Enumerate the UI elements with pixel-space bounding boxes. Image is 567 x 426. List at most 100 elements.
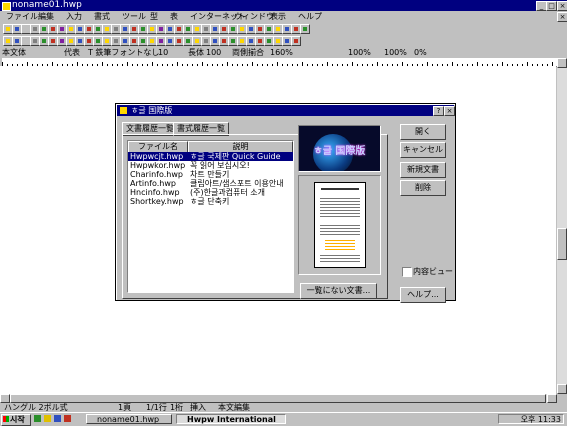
align-select[interactable]: 両側揃合 <box>232 48 264 58</box>
toolbar-icon-14 <box>123 27 127 31</box>
taskbar: 시작 noname01.hwp Hwpw International 오후 11… <box>0 412 567 426</box>
drawing-toolbar-icon-8 <box>69 39 73 43</box>
hwp-app-icon[interactable] <box>2 2 11 11</box>
dialog-help-button[interactable]: ? <box>433 106 444 116</box>
list-item-description: 꼭 읽어 보십시오! <box>190 161 250 170</box>
drawing-toolbar-icon-3 <box>24 39 28 43</box>
menu-tools[interactable]: ツール <box>122 11 146 22</box>
toolbar-icon-11 <box>96 27 100 31</box>
drawing-toolbar-icon-12 <box>105 39 109 43</box>
toolbar-button-34[interactable] <box>300 24 310 34</box>
toolbar-standard <box>0 23 567 34</box>
menu-type[interactable]: 型 <box>150 11 158 22</box>
toolbar-icon-2 <box>15 27 19 31</box>
drawing-toolbar-icon-14 <box>123 39 127 43</box>
scroll-left-button[interactable] <box>0 394 10 403</box>
font-size-select[interactable]: 10 <box>158 48 168 58</box>
quick-launch-icon-3[interactable] <box>54 415 61 422</box>
list-item-description: 클립아트/샘스포트 이용안내 <box>190 179 284 188</box>
zoom-select-2[interactable]: 100% <box>348 48 371 58</box>
toolbar-icon-20 <box>177 27 181 31</box>
drawing-toolbar-icon-5 <box>42 39 46 43</box>
toolbar-icon-23 <box>204 27 208 31</box>
quick-launch <box>34 415 82 424</box>
preview-pane <box>298 175 381 275</box>
menu-bar: ファイル 編集 入力 書式 ツール 型 表 インターネット ウィンドウ 表示 ヘ… <box>0 11 567 22</box>
scale-value[interactable]: 100 <box>206 48 221 58</box>
toolbar-icon-21 <box>186 27 190 31</box>
menu-view[interactable]: 表示 <box>270 11 286 22</box>
menu-format[interactable]: 書式 <box>94 11 110 22</box>
scroll-thumb[interactable] <box>557 228 567 260</box>
list-item[interactable]: Shortkey.hwp ㅎ글 단축키 <box>128 197 293 206</box>
zoom-select-3[interactable]: 100% <box>384 48 407 58</box>
new-document-button[interactable]: 新規文書 <box>400 162 446 178</box>
toolbar-icon-18 <box>159 27 163 31</box>
menu-edit[interactable]: 編集 <box>38 11 54 22</box>
font-type-select[interactable]: 代表 <box>64 48 80 58</box>
list-item[interactable]: Hwpwkor.hwp 꼭 읽어 보십시오! <box>128 161 293 170</box>
other-documents-button[interactable]: 一覧にない文書... <box>300 283 377 299</box>
toolbar-icon-22 <box>195 27 199 31</box>
toolbar-icon-9 <box>78 27 82 31</box>
drawing-toolbar-icon-18 <box>159 39 163 43</box>
list-item-filename: Artinfo.hwp <box>130 179 176 188</box>
menu-window[interactable]: ウィンドウ <box>234 11 274 22</box>
style-select[interactable]: 本文体 <box>2 48 26 58</box>
preview-checkbox[interactable] <box>402 267 412 277</box>
menu-insert[interactable]: 入力 <box>66 11 82 22</box>
doc-close-button[interactable]: × <box>557 12 567 22</box>
close-button[interactable]: × <box>557 1 567 11</box>
help-button[interactable]: ヘルプ... <box>400 287 446 303</box>
dialog-close-button[interactable]: × <box>444 106 455 116</box>
list-item-description: (주)한글과컴퓨터 소개 <box>190 188 266 197</box>
list-item[interactable]: Charinfo.hwp 차트 만들기 <box>128 170 293 179</box>
toolbar-icon-12 <box>105 27 109 31</box>
document-list[interactable]: ファイル名 説明 Hwpwcjt.hwp ㅎ글 국제판 Quick Guide Hw… <box>127 140 294 293</box>
taskbar-item-hwpw[interactable]: Hwpw International <box>176 414 286 424</box>
zoom-select[interactable]: 160% <box>270 48 293 58</box>
hscroll-thumb[interactable] <box>10 394 546 403</box>
list-item[interactable]: Hwpwcjt.hwp ㅎ글 국제판 Quick Guide <box>128 152 293 161</box>
open-button[interactable]: 開く <box>400 124 446 140</box>
cancel-button[interactable]: キャンセル <box>400 142 446 158</box>
horizontal-scrollbar[interactable] <box>0 394 557 403</box>
drawing-toolbar-button-33[interactable] <box>291 36 301 46</box>
vertical-scrollbar[interactable] <box>557 58 567 394</box>
drawing-toolbar-icon-29 <box>258 39 262 43</box>
maximize-button[interactable]: □ <box>546 1 557 11</box>
delete-button[interactable]: 削除 <box>400 180 446 196</box>
drawing-toolbar-icon-7 <box>60 39 64 43</box>
font-name-select[interactable]: T 鉄筆フォントなし <box>88 48 159 58</box>
start-button[interactable]: 시작 <box>1 414 31 426</box>
page-thumbnail <box>314 182 366 268</box>
drawing-toolbar-icon-28 <box>249 39 253 43</box>
toolbar-icon-15 <box>132 27 136 31</box>
toolbar-icon-6 <box>51 27 55 31</box>
quick-launch-icon-4[interactable] <box>64 415 71 422</box>
quick-launch-icon-2[interactable] <box>44 415 51 422</box>
quick-launch-icon-1[interactable] <box>34 415 41 422</box>
list-item[interactable]: Hncinfo.hwp (주)한글과컴퓨터 소개 <box>128 188 293 197</box>
drawing-toolbar-icon-16 <box>141 39 145 43</box>
list-item-filename: Shortkey.hwp <box>130 197 184 206</box>
drawing-toolbar-icon-4 <box>33 39 37 43</box>
toolbar-icon-10 <box>87 27 91 31</box>
drawing-toolbar-icon-19 <box>168 39 172 43</box>
percent-select[interactable]: 0% <box>414 48 427 58</box>
scroll-up-button[interactable] <box>557 58 567 68</box>
clock: 오후 11:33 <box>520 415 561 424</box>
scroll-right-button[interactable] <box>547 394 557 403</box>
toolbar-icon-16 <box>141 27 145 31</box>
status-line: 1/1行 <box>146 403 167 412</box>
taskbar-item-noname01[interactable]: noname01.hwp <box>86 414 172 424</box>
menu-table[interactable]: 表 <box>170 11 178 22</box>
status-insert-mode: 挿入 <box>190 403 206 412</box>
list-item[interactable]: Artinfo.hwp 클립아트/샘스포트 이용안내 <box>128 179 293 188</box>
toolbar-icon-4 <box>33 27 37 31</box>
toolbar-icon-26 <box>231 27 235 31</box>
menu-help[interactable]: ヘルプ <box>298 11 322 22</box>
list-item-filename: Hwpwkor.hwp <box>130 161 186 170</box>
scroll-down-button[interactable] <box>557 384 567 394</box>
menu-file[interactable]: ファイル <box>6 11 38 22</box>
